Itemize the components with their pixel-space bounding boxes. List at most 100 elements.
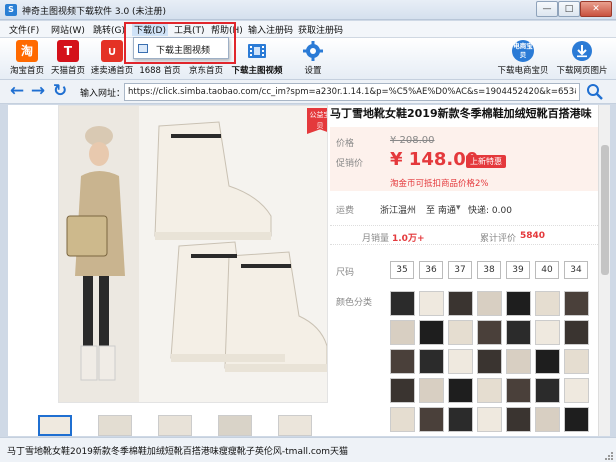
color-swatch[interactable] xyxy=(448,320,473,345)
color-swatch[interactable] xyxy=(390,291,415,316)
download-main-video-label: 下载主图视频 xyxy=(231,66,283,76)
aliexpress-home-button[interactable]: ∪ 速卖通首页 xyxy=(90,40,134,76)
menu-file[interactable]: 文件(F) xyxy=(9,23,39,36)
settings-button[interactable]: 设置 xyxy=(298,40,328,76)
reviews-count[interactable]: 5840 xyxy=(520,231,545,241)
monthly-sales-label: 月销量 xyxy=(362,234,390,244)
thumbnail[interactable] xyxy=(218,415,252,436)
toolbar: 淘 淘宝首页 T 天猫首页 ∪ 速卖通首页 1688 首页 京东首页 下载主图视… xyxy=(0,38,616,80)
color-swatch[interactable] xyxy=(506,291,531,316)
scrollbar-thumb[interactable] xyxy=(601,145,609,275)
download-webpage-images-button[interactable]: 下载网页图片 xyxy=(554,40,610,76)
dropdown-item-download-main-video[interactable]: 下载主图视频 xyxy=(156,43,210,56)
color-swatch[interactable] xyxy=(390,349,415,374)
color-swatch[interactable] xyxy=(419,291,444,316)
taobao-home-button[interactable]: 淘 淘宝首页 xyxy=(10,40,44,76)
color-swatch[interactable] xyxy=(535,320,560,345)
color-label: 颜色分类 xyxy=(336,298,373,308)
menu-download[interactable]: 下载(D) xyxy=(132,23,168,36)
color-swatch[interactable] xyxy=(419,349,444,374)
color-swatch[interactable] xyxy=(564,320,589,345)
color-swatch[interactable] xyxy=(448,349,473,374)
chevron-down-icon[interactable]: ▾ xyxy=(456,203,461,213)
shipping-fee: 快递: 0.00 xyxy=(468,206,512,216)
search-icon[interactable] xyxy=(585,83,605,101)
monthly-sales-value: 1.0万+ xyxy=(392,234,425,244)
menu-website[interactable]: 网站(W) xyxy=(51,23,85,36)
coin-discount-note: 淘金币可抵扣商品价格2% xyxy=(390,179,489,189)
color-swatch[interactable] xyxy=(419,378,444,403)
color-swatch[interactable] xyxy=(535,291,560,316)
color-swatch[interactable] xyxy=(390,320,415,345)
menu-get-regcode[interactable]: 获取注册码 xyxy=(298,23,343,36)
charity-badge: 公益宝贝 xyxy=(307,108,327,134)
size-option[interactable]: 36 xyxy=(419,261,443,279)
menu-help[interactable]: 帮助(H) xyxy=(211,23,243,36)
size-option[interactable]: 37 xyxy=(448,261,472,279)
thumbnail[interactable] xyxy=(278,415,312,436)
color-swatch[interactable] xyxy=(564,378,589,403)
color-swatch[interactable] xyxy=(448,291,473,316)
original-price: ¥ 208.00 xyxy=(390,135,435,146)
color-swatch[interactable] xyxy=(419,407,444,432)
browser-content: 公益宝贝 马丁雪地靴女鞋2019新款冬季棉鞋加绒短靴百搭港味 价格 ¥ 208.… xyxy=(8,105,598,436)
url-input[interactable] xyxy=(124,83,580,101)
size-option[interactable]: 38 xyxy=(477,261,501,279)
color-swatch[interactable] xyxy=(506,320,531,345)
resize-grip-icon[interactable] xyxy=(604,451,614,461)
size-option[interactable]: 34 xyxy=(564,261,588,279)
promo-tag: 上新特惠 xyxy=(466,155,506,168)
color-swatch[interactable] xyxy=(535,378,560,403)
tmall-icon: T xyxy=(57,40,79,62)
back-arrow-icon[interactable]: ← xyxy=(8,83,26,101)
taobao-home-label: 淘宝首页 xyxy=(10,66,45,76)
color-swatch[interactable] xyxy=(477,407,502,432)
aliexpress-icon: ∪ xyxy=(101,40,123,62)
color-swatch[interactable] xyxy=(535,349,560,374)
color-swatch[interactable] xyxy=(390,378,415,403)
menu-tools[interactable]: 工具(T) xyxy=(174,23,205,36)
product-main-image[interactable]: 公益宝贝 xyxy=(58,105,328,403)
download-main-video-button[interactable]: 下载主图视频 xyxy=(230,40,284,76)
promo-price-label: 促销价 xyxy=(336,159,364,169)
price-box: 价格 ¥ 208.00 促销价 ¥ 148.00 上新特惠 淘金币可抵扣商品价格… xyxy=(330,127,598,191)
download-menu-dropdown: 下载主图视频 xyxy=(133,37,229,59)
tmall-home-label: 天猫首页 xyxy=(50,66,85,76)
color-swatch[interactable] xyxy=(477,349,502,374)
price-label: 价格 xyxy=(336,139,355,149)
shipping-destination[interactable]: 至 南通 xyxy=(426,203,456,216)
color-swatch[interactable] xyxy=(506,378,531,403)
tmall-home-button[interactable]: T 天猫首页 xyxy=(50,40,86,76)
color-swatch[interactable] xyxy=(564,291,589,316)
size-option[interactable]: 35 xyxy=(390,261,414,279)
reviews-label: 累计评价 xyxy=(480,234,517,244)
refresh-icon[interactable]: ↻ xyxy=(51,83,69,101)
thumbnail[interactable] xyxy=(158,415,192,436)
color-swatch[interactable] xyxy=(448,378,473,403)
close-button[interactable]: ✕ xyxy=(580,1,612,17)
color-swatch[interactable] xyxy=(506,407,531,432)
color-swatch[interactable] xyxy=(564,349,589,374)
minimize-button[interactable]: — xyxy=(536,1,558,17)
maximize-button[interactable]: □ xyxy=(558,1,580,17)
size-option[interactable]: 40 xyxy=(535,261,559,279)
thumbnail[interactable] xyxy=(98,415,132,436)
menu-goto[interactable]: 跳转(G) xyxy=(93,23,125,36)
color-swatch-grid xyxy=(390,291,598,436)
forward-arrow-icon[interactable]: → xyxy=(29,83,47,101)
vertical-scrollbar[interactable] xyxy=(598,105,610,436)
color-swatch[interactable] xyxy=(477,378,502,403)
color-swatch[interactable] xyxy=(535,407,560,432)
download-ecommerce-label: 下载电商宝贝 xyxy=(497,66,549,76)
color-swatch[interactable] xyxy=(477,291,502,316)
color-swatch[interactable] xyxy=(390,407,415,432)
color-swatch[interactable] xyxy=(564,407,589,432)
download-ecommerce-button[interactable]: 电商宝贝 下载电商宝贝 xyxy=(496,40,550,76)
color-swatch[interactable] xyxy=(448,407,473,432)
color-swatch[interactable] xyxy=(419,320,444,345)
color-swatch[interactable] xyxy=(506,349,531,374)
menu-enter-regcode[interactable]: 输入注册码 xyxy=(248,23,293,36)
size-option[interactable]: 39 xyxy=(506,261,530,279)
thumbnail[interactable] xyxy=(38,415,72,436)
color-swatch[interactable] xyxy=(477,320,502,345)
